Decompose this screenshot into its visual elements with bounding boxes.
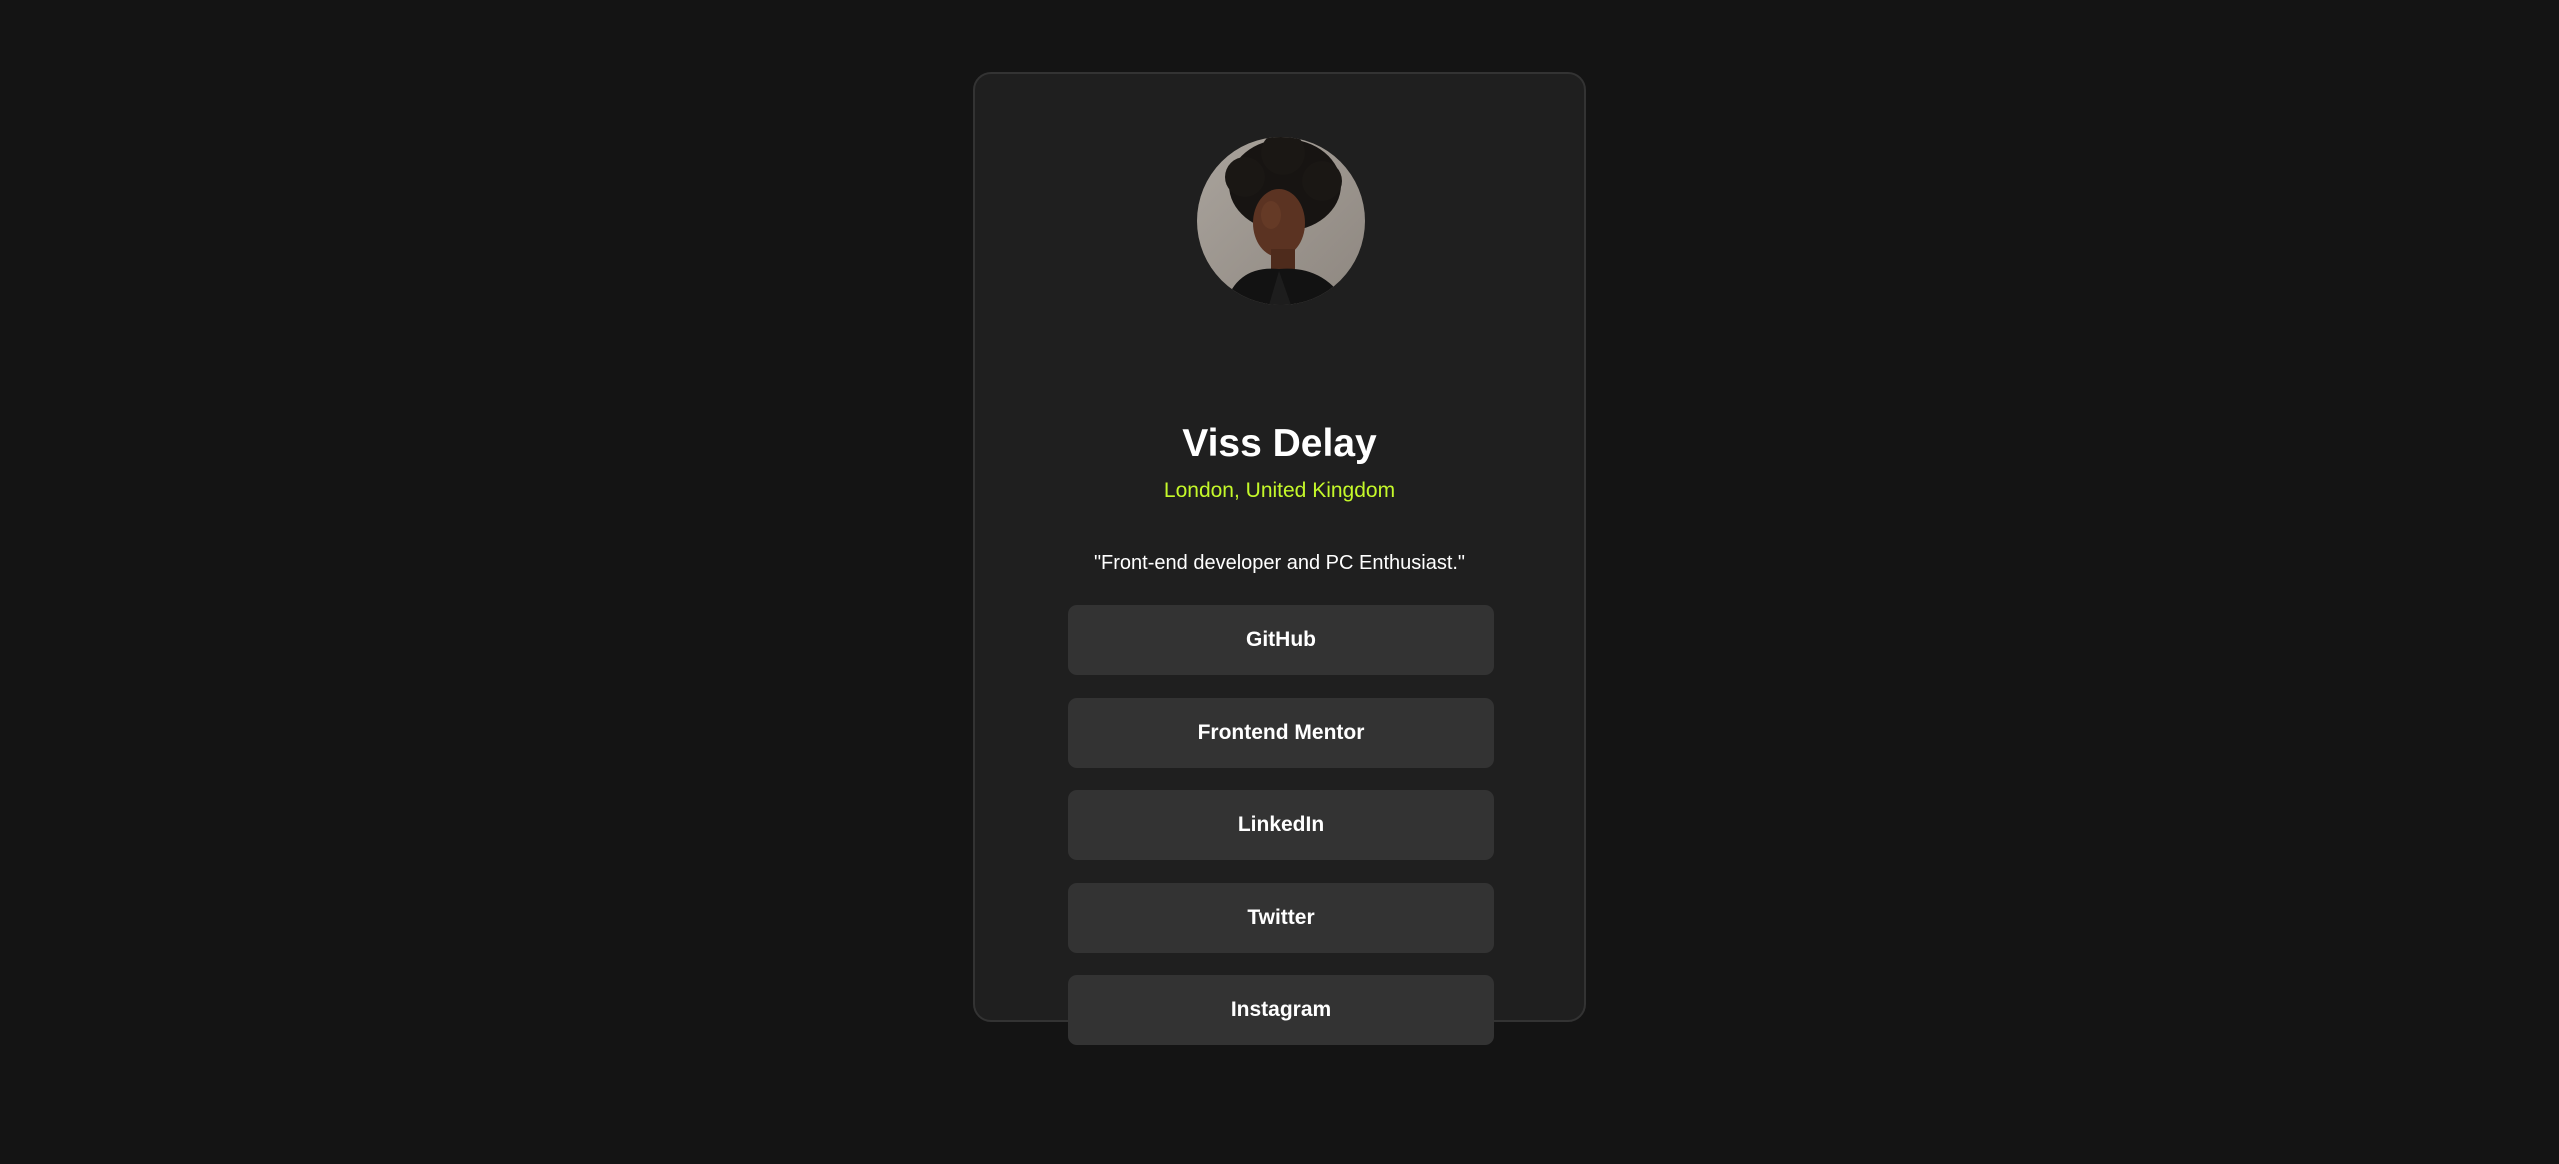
frontend-mentor-link-button[interactable]: Frontend Mentor xyxy=(1068,698,1494,768)
profile-name: Viss Delay xyxy=(1182,422,1377,465)
profile-card: Viss Delay London, United Kingdom "Front… xyxy=(973,72,1586,1045)
github-link-button[interactable]: GitHub xyxy=(1068,605,1494,675)
twitter-link-button[interactable]: Twitter xyxy=(1068,883,1494,953)
profile-bio: "Front-end developer and PC Enthusiast." xyxy=(1093,552,1466,574)
linkedin-link-button[interactable]: LinkedIn xyxy=(1068,790,1494,860)
profile-location: London, United Kingdom xyxy=(1163,479,1396,502)
instagram-link-button[interactable]: Instagram xyxy=(1068,975,1494,1045)
avatar xyxy=(1197,137,1365,305)
